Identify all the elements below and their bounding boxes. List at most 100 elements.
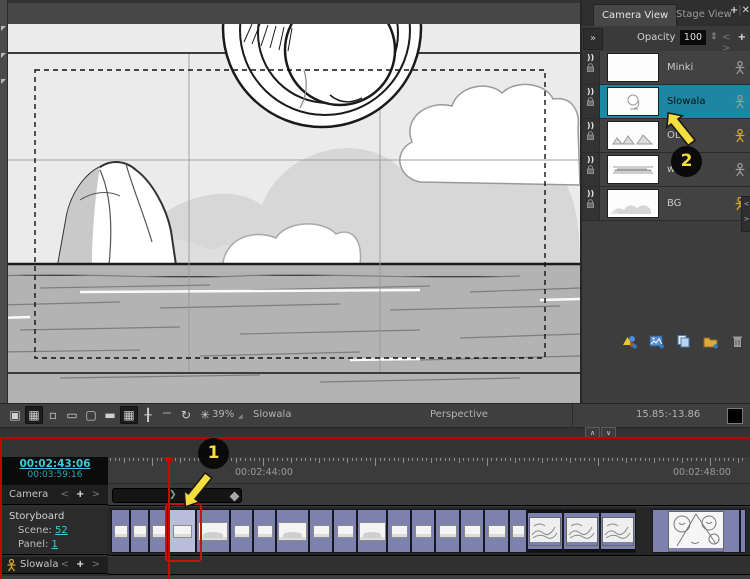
grid-icon[interactable]: ▦ xyxy=(120,406,138,424)
duplicate-layer-icon[interactable] xyxy=(676,334,691,349)
storyboard-track-header[interactable]: Storyboard Scene: 52 Panel: 1 xyxy=(2,507,108,555)
animate-icon[interactable]: )) xyxy=(582,53,599,63)
storyboard-panel[interactable] xyxy=(309,509,333,553)
panel-thumbnail xyxy=(512,525,525,538)
camera-track-nav[interactable]: < + > xyxy=(60,489,102,500)
frame-outline-icon[interactable]: ▢ xyxy=(82,406,100,424)
collapse-panel-icon[interactable]: » xyxy=(583,28,603,50)
layer-thumbnail[interactable] xyxy=(607,189,659,218)
add-icon[interactable]: + xyxy=(76,489,86,500)
storyboard-panel[interactable] xyxy=(357,509,387,553)
storyboard-panel[interactable] xyxy=(652,509,740,553)
storyboard-panel[interactable] xyxy=(600,509,636,553)
person-icon[interactable] xyxy=(734,61,746,75)
storyboard-panel[interactable] xyxy=(411,509,435,553)
camera-mask-icon[interactable]: ▦ xyxy=(25,406,43,424)
panel-thumbnail xyxy=(133,525,147,538)
storyboard-panel[interactable] xyxy=(111,509,130,553)
layer-thumbnail[interactable] xyxy=(607,121,659,150)
storyboard-panel[interactable] xyxy=(333,509,357,553)
slowala-track[interactable] xyxy=(108,557,750,575)
storyboard-panel[interactable] xyxy=(527,509,563,553)
storyboard-panel[interactable] xyxy=(130,509,149,553)
next-icon[interactable]: > xyxy=(92,559,102,570)
storyboard-panel[interactable] xyxy=(387,509,411,553)
slowala-track-nav[interactable]: < + > xyxy=(60,559,102,570)
add-bitmap-layer-icon[interactable] xyxy=(649,334,664,349)
animate-icon[interactable]: )) xyxy=(582,155,599,165)
tab-camera-view[interactable]: Camera View xyxy=(593,4,677,27)
camera-track-header[interactable]: Camera < + > xyxy=(2,485,108,505)
axes-icon[interactable]: ╂ xyxy=(139,406,157,424)
delete-layer-icon[interactable] xyxy=(730,334,745,349)
storyboard-track[interactable] xyxy=(108,507,750,556)
storyboard-panel[interactable] xyxy=(230,509,253,553)
person-icon[interactable] xyxy=(734,163,746,177)
layer-row-toggles: )) xyxy=(582,119,600,152)
lock-icon[interactable] xyxy=(586,131,595,141)
storyboard-panel[interactable] xyxy=(435,509,460,553)
layer-thumbnail[interactable] xyxy=(607,87,659,116)
playhead-line[interactable] xyxy=(168,458,170,579)
color-swatch[interactable] xyxy=(727,408,743,424)
chevron-left-icon[interactable]: < xyxy=(742,197,750,212)
opacity-input[interactable]: 100 xyxy=(680,30,706,45)
prev-icon[interactable]: < xyxy=(60,489,70,500)
transform-tool-icon[interactable]: ▣ xyxy=(6,406,24,424)
panel-thumbnail xyxy=(152,525,166,538)
current-timecode[interactable]: 00:02:43:06 xyxy=(2,458,108,470)
layer-thumbnail[interactable] xyxy=(607,53,659,82)
layer-name[interactable]: BG xyxy=(667,198,734,209)
ruler-tick xyxy=(440,458,441,461)
storyboard-panel[interactable] xyxy=(253,509,276,553)
slowala-track-header[interactable]: Slowala < + > xyxy=(2,557,108,574)
animate-icon[interactable]: )) xyxy=(582,189,599,199)
person-icon[interactable] xyxy=(734,129,746,143)
animate-icon[interactable]: )) xyxy=(582,121,599,131)
chevron-right-icon[interactable]: > xyxy=(742,212,750,227)
layer-row-body[interactable]: Minki xyxy=(600,51,750,84)
storyboard-panel[interactable] xyxy=(276,509,309,553)
person-icon[interactable] xyxy=(734,95,746,109)
opacity-spinner-icon[interactable]: ⇕ xyxy=(710,32,718,42)
lock-icon[interactable] xyxy=(586,63,595,73)
add-vector-layer-icon[interactable] xyxy=(622,334,637,349)
zoom-caret-icon[interactable]: ◢ xyxy=(238,413,243,420)
storyboard-panel[interactable] xyxy=(460,509,484,553)
lock-icon[interactable] xyxy=(586,165,595,175)
panel-edge-arrows[interactable]: <> xyxy=(741,196,750,232)
frame-filled-icon[interactable]: ▬ xyxy=(101,406,119,424)
layer-row-body[interactable]: BG xyxy=(600,187,750,220)
scene-link[interactable]: 52 xyxy=(55,525,68,536)
animate-icon[interactable]: )) xyxy=(582,87,599,97)
lock-icon[interactable] xyxy=(586,97,595,107)
layer-row-bg[interactable]: )) BG xyxy=(582,187,750,221)
close-panel-icon[interactable]: ✕ xyxy=(742,5,750,16)
layer-row-water[interactable]: ))water xyxy=(582,153,750,187)
layer-thumbnail[interactable] xyxy=(607,155,659,184)
storyboard-panel[interactable] xyxy=(509,509,527,553)
storyboard-panel[interactable] xyxy=(740,509,746,553)
add-tab-icon[interactable]: + xyxy=(730,5,738,16)
camera-keyframe-diamond-icon[interactable] xyxy=(230,492,240,502)
add-icon[interactable]: + xyxy=(76,559,86,570)
camera-view-canvas[interactable] xyxy=(0,0,580,403)
storyboard-panel[interactable] xyxy=(484,509,509,553)
layer-name[interactable]: Minki xyxy=(667,62,734,73)
camera-movement-bar[interactable]: ❯ xyxy=(112,488,242,503)
storyboard-panel[interactable] xyxy=(563,509,600,553)
timecode-overlay-icon[interactable]: ⁰⁰⁰⁰ xyxy=(158,406,176,424)
prev-icon[interactable]: < xyxy=(722,32,732,43)
lock-icon[interactable] xyxy=(586,199,595,209)
layer-row-minki[interactable]: )) Minki xyxy=(582,51,750,85)
zoom-level[interactable]: 39% xyxy=(212,409,234,420)
prev-icon[interactable]: < xyxy=(60,559,70,570)
panel-link[interactable]: 1 xyxy=(52,539,58,550)
add-icon[interactable]: + xyxy=(738,32,748,43)
camera-label-icon[interactable]: ▭ xyxy=(63,406,81,424)
next-icon[interactable]: > xyxy=(92,489,102,500)
rotate-view-icon[interactable]: ↻ xyxy=(177,406,195,424)
layer-name[interactable]: Slowala xyxy=(667,96,734,107)
safe-area-icon[interactable]: ▫ xyxy=(44,406,62,424)
group-layer-icon[interactable] xyxy=(703,334,718,349)
